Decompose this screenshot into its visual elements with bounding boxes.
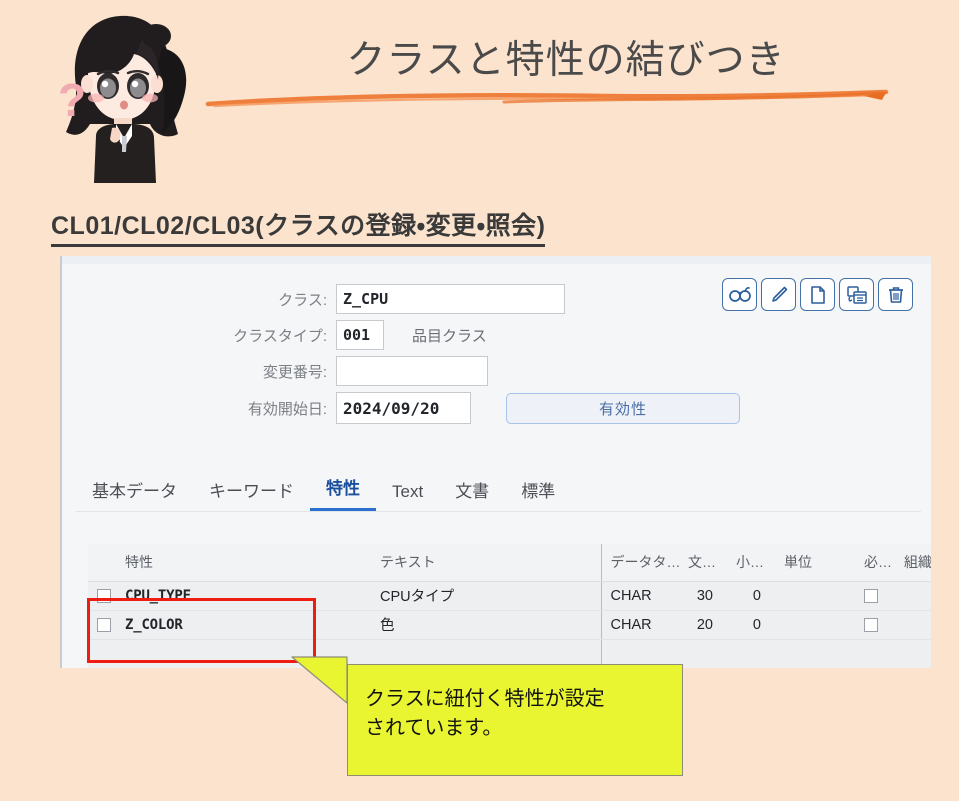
col-data-type[interactable]: データタ… [600, 544, 679, 582]
callout-text: クラスに紐付く特性が設定 されています。 [365, 688, 605, 739]
col-text[interactable]: テキスト [371, 544, 601, 582]
change-number-input[interactable] [336, 356, 488, 386]
empty-cell [679, 639, 727, 668]
mascot-illustration: ? [58, 15, 187, 183]
cell-data-type: CHAR [600, 581, 679, 611]
panel-toolbar [722, 278, 913, 311]
col-length[interactable]: 文… [679, 544, 727, 582]
col-organization[interactable]: 組織 [895, 544, 931, 582]
page-header: ? クラスと特性の結びつき [0, 0, 959, 190]
edit-pencil-icon[interactable] [761, 278, 796, 311]
cell-organization [895, 610, 931, 640]
page-title: クラスと特性の結びつき [346, 39, 786, 82]
cell-characteristic: CPU_TYPE [116, 581, 371, 611]
tab-standard[interactable]: 標準 [505, 477, 571, 511]
valid-from-input[interactable]: 2024/09/20 [336, 392, 471, 424]
empty-cell [895, 639, 931, 668]
tab-bar-divider [76, 511, 921, 512]
cell-characteristic: Z_COLOR [116, 610, 371, 640]
delete-trash-icon[interactable] [878, 278, 913, 311]
tab-bar: 基本データ キーワード 特性 Text 文書 標準 [76, 474, 571, 511]
empty-cell [88, 639, 116, 668]
class-type-label: クラスタイプ: [233, 327, 327, 345]
class-type-description: 品目クラス [412, 327, 487, 345]
cell-data-type: CHAR [600, 610, 679, 640]
panel-top-strip [62, 256, 931, 264]
form-row-class: クラス: Z_CPU [94, 284, 565, 314]
col-select[interactable] [88, 544, 116, 582]
valid-from-label: 有効開始日: [247, 400, 327, 418]
cell-length: 30 [679, 581, 727, 611]
checkbox-icon[interactable] [97, 617, 111, 632]
class-input[interactable]: Z_CPU [336, 284, 565, 314]
class-label: クラス: [278, 291, 327, 309]
change-number-label: 変更番号: [262, 363, 327, 381]
row-select-checkbox[interactable] [88, 610, 116, 640]
table-row[interactable]: Z_COLOR 色 CHAR 20 0 [88, 610, 931, 640]
characteristics-table-wrapper: 特性 テキスト データタ… 文… 小… 単位 必… 組織 CPU_TYPE CP… [88, 544, 931, 668]
row-select-checkbox[interactable] [88, 581, 116, 611]
characteristics-table: 特性 テキスト データタ… 文… 小… 単位 必… 組織 CPU_TYPE CP… [88, 544, 931, 668]
cell-required[interactable] [855, 581, 895, 611]
cell-decimals: 0 [727, 610, 775, 640]
col-characteristic[interactable]: 特性 [116, 544, 371, 582]
form-row-valid-from: 有効開始日: 2024/09/20 有効性 [94, 392, 740, 424]
tab-text[interactable]: Text [376, 482, 439, 511]
col-decimals[interactable]: 小… [727, 544, 775, 582]
annotation-callout: クラスに紐付く特性が設定 されています。 [291, 656, 683, 776]
checkbox-icon[interactable] [97, 588, 111, 603]
cell-length: 20 [679, 610, 727, 640]
sap-class-maintenance-panel: クラス: Z_CPU クラスタイプ: 001 品目クラス 変更番号: 有効開始日… [60, 256, 931, 668]
cell-organization [895, 581, 931, 611]
required-checkbox-icon[interactable] [864, 617, 878, 632]
validity-button[interactable]: 有効性 [506, 392, 740, 424]
svg-text:?: ? [58, 74, 86, 126]
cell-required[interactable] [855, 610, 895, 640]
empty-cell [727, 639, 775, 668]
form-row-class-type: クラスタイプ: 001 品目クラス [94, 320, 487, 350]
col-unit[interactable]: 単位 [775, 544, 855, 582]
class-type-input[interactable]: 001 [336, 320, 384, 350]
tab-basic-data[interactable]: 基本データ [76, 477, 193, 511]
cell-text: 色 [371, 610, 601, 640]
empty-cell [855, 639, 895, 668]
col-required[interactable]: 必… [855, 544, 895, 582]
title-brush-underline [205, 89, 889, 108]
cell-unit [775, 610, 855, 640]
section-heading: CL01/CL02/CL03(クラスの登録・変更・照会) [51, 206, 546, 247]
cell-unit [775, 581, 855, 611]
cell-decimals: 0 [727, 581, 775, 611]
form-row-change-number: 変更番号: [94, 356, 488, 386]
create-document-icon[interactable] [800, 278, 835, 311]
table-header-row: 特性 テキスト データタ… 文… 小… 単位 必… 組織 [88, 544, 931, 582]
table-row[interactable]: CPU_TYPE CPUタイプ CHAR 30 0 [88, 581, 931, 611]
tab-characteristics[interactable]: 特性 [310, 474, 376, 511]
cell-text: CPUタイプ [371, 581, 601, 611]
tab-document[interactable]: 文書 [439, 477, 505, 511]
tab-keyword[interactable]: キーワード [193, 477, 310, 511]
required-checkbox-icon[interactable] [864, 588, 878, 603]
empty-cell [775, 639, 855, 668]
display-glasses-icon[interactable] [722, 278, 757, 311]
copy-template-icon[interactable] [839, 278, 874, 311]
